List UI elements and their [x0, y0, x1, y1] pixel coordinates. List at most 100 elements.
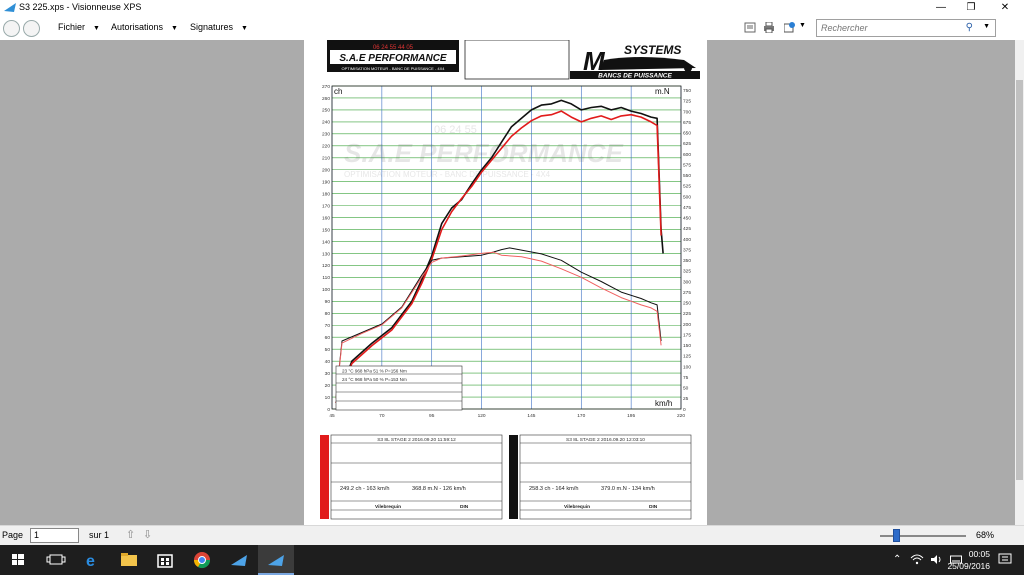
y-left-tick-label: 30: [325, 371, 331, 377]
y-right-tick-label: 650: [683, 131, 691, 137]
center-blank-box: [464, 39, 570, 80]
notification-icon[interactable]: [998, 553, 1012, 566]
y-left-tick-label: 180: [322, 191, 330, 197]
run-footer-left: Vilebrequin: [375, 504, 401, 510]
scrollbar-thumb[interactable]: [1016, 80, 1023, 480]
minimize-button[interactable]: —: [926, 0, 956, 16]
next-page-icon[interactable]: ⇩: [143, 528, 152, 541]
y-left-tick-label: 210: [322, 156, 330, 162]
watermark-sub: OPTIMISATION MOTEUR - BANC DE PUISSANCE …: [344, 170, 551, 179]
y-left-tick-label: 240: [322, 120, 330, 126]
outline-icon[interactable]: [744, 22, 756, 33]
x-tick-label: 120: [478, 413, 486, 419]
y-right-tick-label: 175: [683, 332, 691, 338]
y-left-tick-label: 130: [322, 251, 330, 257]
taskbar-xps-viewer-2[interactable]: [258, 545, 294, 575]
y-right-tick-label: 700: [683, 109, 691, 115]
y-right-tick-label: 600: [683, 152, 691, 158]
print-icon[interactable]: [763, 22, 775, 33]
start-button[interactable]: [0, 545, 36, 575]
back-button[interactable]: [3, 20, 20, 37]
y-right-tick-label: 50: [683, 386, 689, 392]
y-left-tick-label: 0: [327, 407, 330, 413]
search-input[interactable]: [817, 20, 957, 36]
volume-icon[interactable]: [930, 554, 942, 565]
window-title: S3 225.xps - Visionneuse XPS: [19, 2, 142, 12]
x-tick-label: 220: [677, 413, 685, 419]
taskbar-edge[interactable]: e: [75, 545, 111, 575]
chevron-down-icon[interactable]: ▼: [983, 23, 990, 30]
y-right-tick-label: 750: [683, 88, 691, 94]
chevron-down-icon[interactable]: ▼: [799, 22, 806, 29]
task-view-button[interactable]: [38, 545, 74, 575]
run-torque-result: 379.0 m.N - 134 km/h: [601, 486, 655, 492]
y-right-tick-label: 475: [683, 205, 691, 211]
y-left-tick-label: 200: [322, 168, 330, 174]
maximize-button[interactable]: ❐: [956, 0, 986, 16]
y-right-tick-label: 500: [683, 194, 691, 200]
run-color-swatch: [509, 435, 518, 519]
document-page: 06 24 55 44 05 S.A.E PERFORMANCE OPTIMIS…: [304, 39, 707, 525]
folder-icon: [121, 553, 137, 566]
close-button[interactable]: ✕: [990, 0, 1020, 16]
y-left-tick-label: 60: [325, 335, 331, 341]
windows-icon: [12, 554, 24, 565]
x-tick-label: 170: [577, 413, 585, 419]
status-bar: Page 1 sur 1 ⇧ ⇩ 68%: [0, 525, 1024, 545]
y-right-tick-label: 725: [683, 99, 691, 105]
conditions-table: 23 °C 968 hPa 51 % P=156 Nm 24 °C 968 hP…: [335, 365, 463, 411]
y-left-tick-label: 230: [322, 132, 330, 138]
taskbar-xps-viewer-1[interactable]: [221, 545, 257, 575]
y-left-tick-label: 10: [325, 395, 331, 401]
logo-sub: OPTIMISATION MOTEUR - BANC DE PUISSANCE …: [341, 66, 445, 71]
run-card-1: S3 8L STAGE 2 2016.09.20 11:59:12 249.2 c…: [320, 434, 503, 520]
run-cards: S3 8L STAGE 2 2016.09.20 11:59:12 249.2 c…: [320, 434, 692, 520]
y-left-tick-label: 70: [325, 323, 331, 329]
forward-button[interactable]: [23, 20, 40, 37]
prev-page-icon[interactable]: ⇧: [126, 528, 135, 541]
run-footer-left: Vilebrequin: [564, 504, 590, 510]
taskbar-chrome[interactable]: [184, 545, 220, 575]
menu-fichier[interactable]: Fichier ▼: [58, 22, 100, 32]
mt-systems-logo: M SYSTEMS BANCS DE PUISSANCE: [570, 43, 700, 80]
y-left-tick-label: 80: [325, 311, 331, 317]
condition-row-1: 23 °C 968 hPa 51 % P=156 Nm: [342, 369, 407, 374]
chevron-up-icon[interactable]: ⌃: [893, 554, 901, 565]
search-icon[interactable]: ⚲: [966, 22, 973, 33]
y-left-tick-label: 190: [322, 180, 330, 186]
menu-autorisations[interactable]: Autorisations ▼: [111, 22, 178, 32]
dyno-sheet: 06 24 55 44 05 S.A.E PERFORMANCE OPTIMIS…: [320, 39, 700, 520]
zoom-slider-thumb[interactable]: [893, 529, 900, 542]
taskbar-explorer[interactable]: [111, 545, 147, 575]
y-left-tick-label: 100: [322, 287, 330, 293]
y-right-tick-label: 150: [683, 343, 691, 349]
y-right-tick-label: 375: [683, 247, 691, 253]
y-left-tick-label: 40: [325, 359, 331, 365]
y-right-tick-label: 275: [683, 290, 691, 296]
x-tick-label: 45: [329, 413, 335, 419]
y-left-tick-label: 160: [322, 215, 330, 221]
svg-text:e: e: [86, 553, 95, 570]
chevron-down-icon: ▼: [241, 25, 248, 32]
wifi-icon[interactable]: [910, 553, 924, 565]
taskbar-store[interactable]: [147, 545, 183, 575]
run-header: S3 8L STAGE 2 2016.09.20 11:59:12: [377, 437, 456, 443]
run-card-2: S3 8L STAGE 2 2016.09.20 12:03:10 258.3 c…: [509, 434, 692, 520]
view-options-icon[interactable]: [784, 22, 796, 33]
clock[interactable]: 00:05 25/09/2016: [947, 548, 990, 572]
y-right-tick-label: 0: [683, 407, 686, 413]
run-power-result: 249.2 ch - 163 km/h: [340, 486, 389, 492]
menu-signatures[interactable]: Signatures ▼: [190, 22, 248, 32]
y-left-tick-label: 110: [322, 275, 330, 281]
y-right-tick-label: 250: [683, 301, 691, 307]
page-count: sur 1: [89, 530, 110, 540]
task-view-icon: [46, 554, 66, 565]
taskbar: e ⌃ 00:05 25/09/2016: [0, 545, 1024, 575]
y-right-tick-label: 200: [683, 322, 691, 328]
y-right-tick-label: 550: [683, 173, 691, 179]
y-right-tick-label: 675: [683, 120, 691, 126]
run-card-frame: [519, 434, 692, 520]
page-number-input[interactable]: 1: [30, 528, 79, 543]
vertical-scrollbar[interactable]: [1015, 40, 1024, 525]
store-icon: [157, 554, 173, 568]
